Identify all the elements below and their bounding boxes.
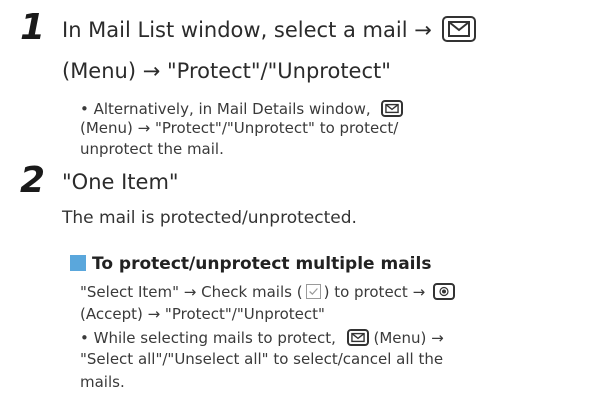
section-title: To protect/unprotect multiple mails — [70, 254, 431, 274]
accept-icon — [432, 283, 455, 300]
section-line1-text: "Select Item" → Check mails ( — [80, 283, 303, 301]
step-number-1: 1 — [20, 7, 46, 48]
step1-line2: (Menu) → "Protect"/"Unprotect" — [62, 59, 391, 83]
step1-note-line3: unprotect the mail. — [80, 140, 224, 158]
checkbox-icon — [305, 284, 321, 299]
mail-menu-icon — [442, 16, 477, 42]
section-line1: "Select Item" → Check mails ( ) to protec… — [80, 283, 455, 300]
section-marker — [70, 255, 86, 271]
section-bullet-line1: • While selecting mails to protect, (Men… — [80, 329, 444, 346]
step1-line1: In Mail List window, select a mail → — [62, 16, 477, 42]
step2-title: "One Item" — [62, 170, 179, 194]
step-number-2: 2 — [20, 160, 46, 201]
section-line1-after: ) to protect → — [323, 283, 426, 301]
step1-line1-text: In Mail List window, select a mail → — [62, 18, 432, 42]
section-bullet-line2: "Select all"/"Unselect all" to select/ca… — [80, 350, 444, 368]
section-title-text: To protect/unprotect multiple mails — [92, 254, 432, 274]
section-bullet-end: (Menu) → — [373, 329, 444, 347]
section-bullet-line3: mails. — [80, 373, 125, 391]
step1-note-text: • Alternatively, in Mail Details window, — [80, 100, 371, 118]
section-line2: (Accept) → "Protect"/"Unprotect" — [80, 305, 325, 323]
section-bullet-text: • While selecting mails to protect, — [80, 329, 336, 347]
step1-note-line2: (Menu) → "Protect"/"Unprotect" to protec… — [80, 119, 399, 137]
step2-result: The mail is protected/unprotected. — [62, 208, 357, 228]
mail-menu-icon — [346, 329, 369, 346]
step1-note-line1: • Alternatively, in Mail Details window, — [80, 100, 404, 118]
mail-menu-icon — [381, 100, 404, 117]
